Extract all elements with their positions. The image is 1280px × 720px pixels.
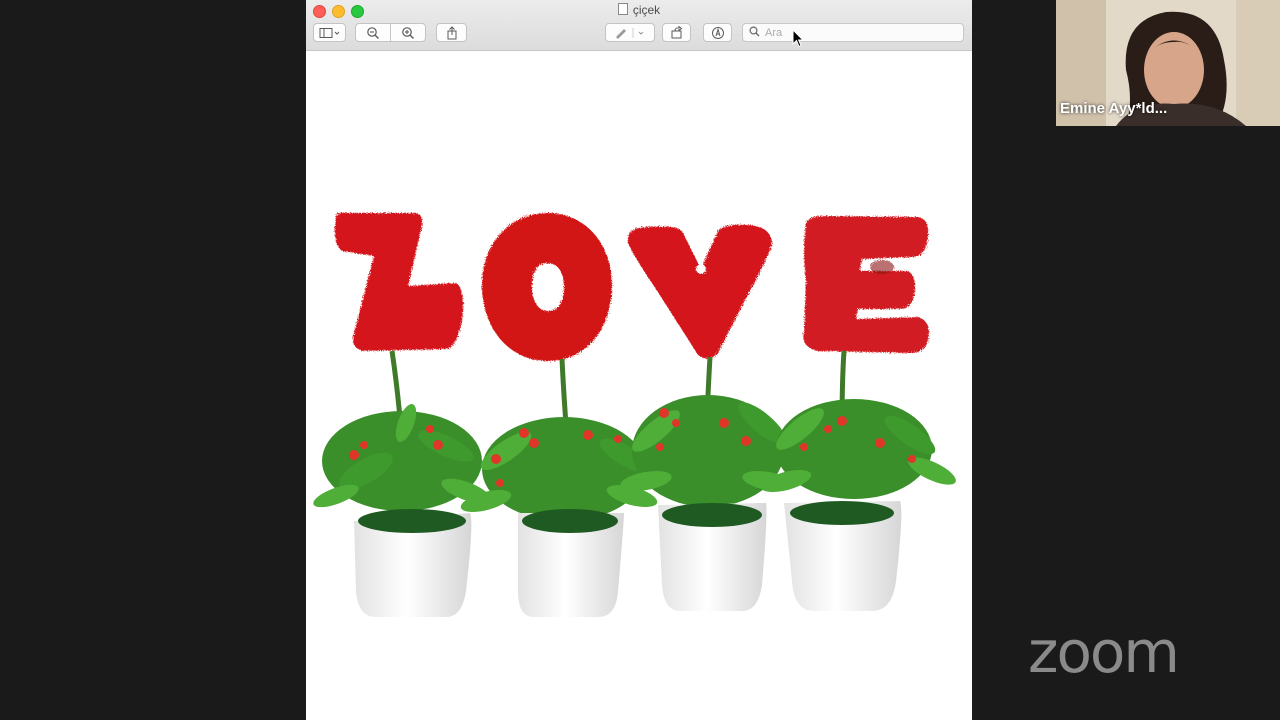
rotate-button[interactable] bbox=[662, 23, 691, 42]
participant-video-tile[interactable]: Emine Ayy*ld... bbox=[1056, 0, 1280, 126]
pen-icon bbox=[613, 27, 647, 39]
pot-3 bbox=[658, 503, 767, 611]
share-icon bbox=[446, 25, 458, 40]
pot-2 bbox=[518, 509, 624, 617]
zoom-in-icon bbox=[401, 26, 415, 40]
share-button[interactable] bbox=[436, 23, 467, 42]
letter-l bbox=[334, 212, 464, 351]
sidebar-toggle-button[interactable] bbox=[313, 23, 346, 42]
window-title-text: çiçek bbox=[632, 3, 661, 17]
zoom-logo: zoom bbox=[1028, 618, 1180, 686]
window-title: çiçek bbox=[306, 3, 972, 17]
rotate-icon bbox=[670, 25, 684, 40]
zoom-in-button[interactable] bbox=[390, 23, 426, 42]
zoom-out-icon bbox=[366, 26, 380, 40]
letter-v bbox=[627, 224, 772, 359]
pot-1 bbox=[354, 509, 472, 617]
zoom-out-button[interactable] bbox=[355, 23, 391, 42]
bush-1 bbox=[313, 404, 491, 511]
letter-o bbox=[482, 213, 612, 361]
preview-window: çiçek bbox=[306, 0, 972, 720]
annotate-button[interactable] bbox=[703, 23, 732, 42]
search-icon bbox=[749, 24, 760, 42]
document-icon bbox=[617, 3, 628, 15]
bush-4 bbox=[760, 399, 956, 499]
title-bar: çiçek bbox=[306, 0, 972, 51]
pots bbox=[354, 501, 902, 617]
participant-name: Emine Ayy*ld... bbox=[1060, 100, 1168, 117]
letter-e bbox=[803, 215, 929, 353]
bush-2 bbox=[460, 417, 658, 521]
markup-pen-button[interactable] bbox=[605, 23, 655, 42]
mouse-pointer-icon bbox=[792, 28, 805, 53]
markup-icon bbox=[711, 26, 725, 40]
pot-4 bbox=[784, 501, 902, 611]
image-canvas bbox=[306, 51, 972, 720]
search-field[interactable] bbox=[742, 23, 964, 42]
sidebar-icon bbox=[319, 27, 341, 39]
love-flower-pots-image bbox=[313, 212, 956, 617]
